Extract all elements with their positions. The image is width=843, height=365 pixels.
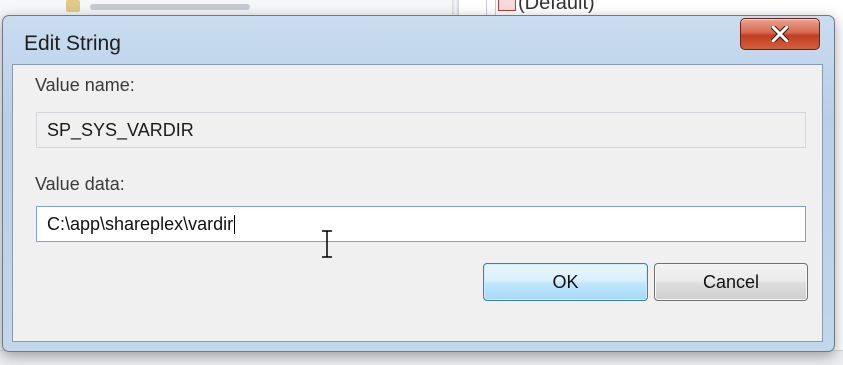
value-data-input[interactable]: C:\app\shareplex\vardir: [36, 206, 806, 242]
close-button[interactable]: [740, 18, 820, 50]
text-caret: [234, 214, 236, 234]
edit-string-dialog: Edit String: [2, 15, 835, 352]
ok-button[interactable]: OK: [483, 263, 648, 301]
text-cursor-ibeam-icon: [322, 230, 332, 258]
close-x-icon: [771, 26, 789, 42]
dialog-title: Edit String: [24, 32, 121, 55]
value-data-text: C:\app\shareplex\vardir: [47, 213, 234, 234]
default-value-name: (Default): [518, 0, 595, 14]
cancel-button[interactable]: Cancel: [654, 263, 808, 301]
tree-item-blur: [90, 4, 250, 10]
dialog-titlebar[interactable]: Edit String: [3, 16, 834, 64]
value-name-field: SP_SYS_VARDIR: [36, 112, 806, 148]
value-name-label: Value name:: [35, 75, 135, 95]
value-data-label: Value data:: [35, 174, 125, 194]
status-strip: [0, 350, 843, 365]
folder-icon: [66, 0, 80, 12]
registry-value-icon: [498, 0, 516, 11]
